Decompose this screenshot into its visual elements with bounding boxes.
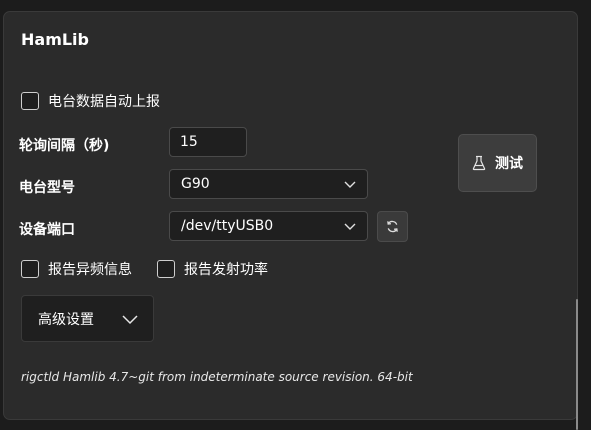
poll-interval-label: 轮询间隔（秒): [19, 138, 110, 154]
poll-interval-input[interactable]: [169, 127, 247, 157]
test-button[interactable]: 测试: [458, 134, 537, 192]
report-tx-power-checkbox[interactable]: [157, 260, 175, 278]
auto-report-checkbox[interactable]: [21, 92, 39, 110]
report-tx-power-label: 报告发射功率: [184, 262, 268, 278]
advanced-settings-dropdown[interactable]: 高级设置: [21, 295, 154, 342]
refresh-icon: [387, 220, 398, 233]
radio-model-label: 电台型号: [19, 180, 75, 196]
chevron-down-icon: [122, 314, 138, 324]
auto-report-label: 电台数据自动上报: [48, 94, 160, 110]
chevron-down-icon: [344, 223, 356, 230]
device-port-select[interactable]: /dev/ttyUSB0: [169, 211, 368, 241]
advanced-settings-label: 高级设置: [38, 311, 94, 328]
device-port-value: /dev/ttyUSB0: [181, 218, 274, 234]
refresh-ports-button[interactable]: [377, 211, 408, 242]
radio-model-select[interactable]: G90: [169, 169, 368, 199]
report-tx-power-option[interactable]: 报告发射功率: [157, 259, 268, 279]
report-abnormal-freq-checkbox[interactable]: [21, 260, 39, 278]
version-info: rigctld Hamlib 4.7~git from indeterminat…: [21, 370, 413, 384]
flask-icon: [472, 155, 486, 171]
auto-report-option[interactable]: 电台数据自动上报: [21, 91, 160, 111]
device-port-label: 设备端口: [19, 222, 75, 238]
scrollbar[interactable]: [576, 299, 578, 430]
panel-title: HamLib: [21, 30, 89, 49]
test-button-label: 测试: [495, 156, 523, 172]
chevron-down-icon: [344, 181, 356, 188]
report-abnormal-freq-label: 报告异频信息: [48, 262, 132, 278]
report-abnormal-freq-option[interactable]: 报告异频信息: [21, 259, 132, 279]
hamlib-settings-panel: HamLib 电台数据自动上报 轮询间隔（秒) 电台型号 G90 设备端口 /d…: [3, 11, 578, 430]
radio-model-value: G90: [181, 176, 210, 192]
